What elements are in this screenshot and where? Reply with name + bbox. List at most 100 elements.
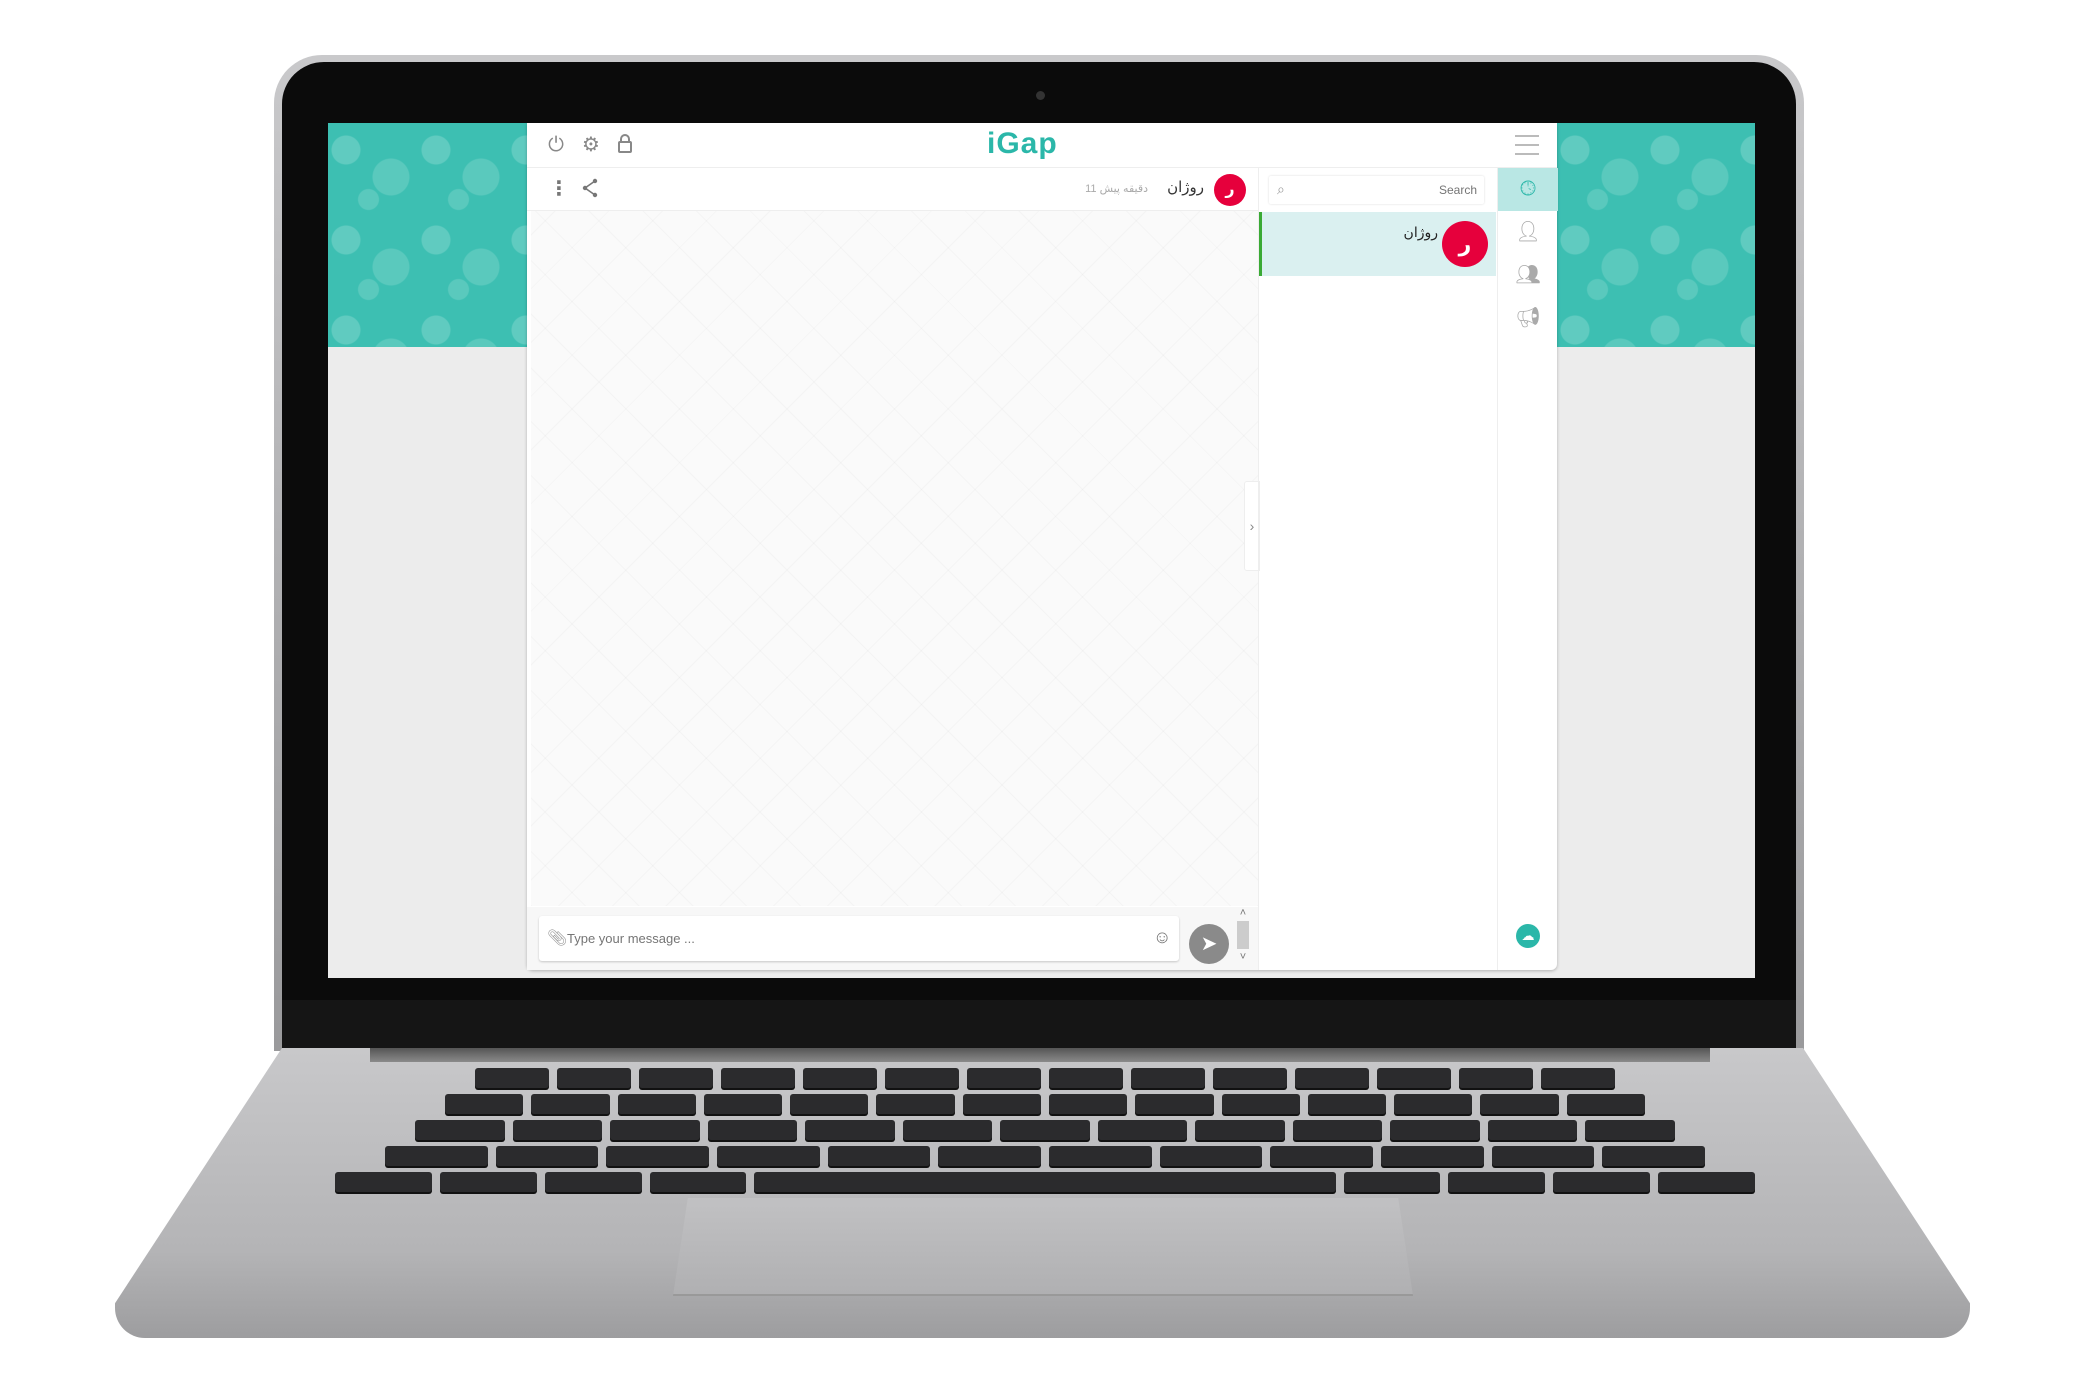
search-input[interactable] xyxy=(1297,180,1477,200)
key xyxy=(1491,1146,1595,1166)
key xyxy=(1480,1094,1559,1114)
key-row xyxy=(415,1120,1675,1140)
key xyxy=(703,1094,783,1114)
key-row xyxy=(384,1146,1706,1166)
power-icon[interactable]: ⏻ xyxy=(544,133,568,157)
key xyxy=(1159,1146,1263,1166)
person-icon: 👤︎ xyxy=(1515,221,1541,243)
key xyxy=(495,1146,599,1166)
key xyxy=(1566,1094,1645,1114)
side-nav: 🕓︎ 👤︎ 👥︎ 📢︎ ☁ xyxy=(1497,168,1558,970)
key xyxy=(876,1094,955,1114)
key xyxy=(1097,1120,1188,1140)
laptop-chin xyxy=(282,1000,1796,1048)
gear-icon[interactable]: ⚙ xyxy=(579,133,603,157)
key xyxy=(1448,1172,1546,1192)
chat-header: ⋮ 11 دقیقه پیش روژان ر xyxy=(527,168,1258,211)
key xyxy=(803,1068,877,1088)
app-header: ⏻ ⚙ iGap xyxy=(527,123,1557,168)
key xyxy=(512,1120,603,1140)
key xyxy=(1343,1172,1441,1192)
paperclip-icon[interactable]: 📎︎ xyxy=(547,928,567,948)
key xyxy=(827,1146,931,1166)
key xyxy=(606,1146,709,1166)
send-button[interactable]: ➤ xyxy=(1189,924,1229,964)
search-icon: ⌕ xyxy=(1277,181,1285,197)
key xyxy=(1394,1094,1473,1114)
key xyxy=(1381,1146,1484,1166)
key xyxy=(790,1094,869,1114)
screen: ⏻ ⚙ iGap ⋮ 11 دقیقه پیش روژان ر 📎︎ Type … xyxy=(328,123,1755,978)
key xyxy=(384,1146,488,1166)
key xyxy=(962,1094,1041,1114)
key xyxy=(1000,1120,1090,1140)
key xyxy=(1541,1068,1615,1088)
hamburger-icon[interactable] xyxy=(1515,135,1539,155)
key xyxy=(439,1172,537,1192)
key xyxy=(716,1146,820,1166)
key xyxy=(335,1172,432,1192)
key xyxy=(1049,1068,1123,1088)
channels-tab[interactable]: 📢︎ xyxy=(1498,297,1558,340)
message-input[interactable] xyxy=(567,926,1127,950)
webcam xyxy=(1036,91,1045,100)
key xyxy=(805,1120,895,1140)
key xyxy=(1131,1068,1205,1088)
composer: 📎︎ ☺ ➤ ˄ ˅ xyxy=(527,907,1258,970)
key xyxy=(1459,1068,1533,1088)
key xyxy=(475,1068,549,1088)
laptop-hinge xyxy=(370,1048,1710,1062)
contact-avatar: ر xyxy=(1442,221,1488,267)
last-seen: 11 دقیقه پیش xyxy=(1085,183,1148,195)
key xyxy=(1307,1094,1387,1114)
key xyxy=(1390,1120,1480,1140)
key xyxy=(1585,1120,1675,1140)
key xyxy=(639,1068,713,1088)
igap-logo: iGap xyxy=(987,127,1058,160)
key xyxy=(649,1172,747,1192)
contact-item[interactable]: روژان ر xyxy=(1259,212,1496,276)
key xyxy=(885,1068,959,1088)
igap-app: ⏻ ⚙ iGap ⋮ 11 دقیقه پیش روژان ر 📎︎ Type … xyxy=(527,123,1558,970)
key xyxy=(938,1146,1041,1166)
key xyxy=(415,1120,505,1140)
key xyxy=(557,1068,631,1088)
more-vertical-icon[interactable]: ⋮ xyxy=(549,176,569,201)
key xyxy=(1377,1068,1451,1088)
megaphone-icon: 📢︎ xyxy=(1515,307,1541,329)
key xyxy=(754,1172,1336,1192)
key xyxy=(1270,1146,1374,1166)
scrollbar[interactable]: ˄ ˅ xyxy=(1235,907,1251,970)
key xyxy=(1553,1172,1651,1192)
contacts-tab[interactable]: 👤︎ xyxy=(1498,211,1558,254)
emoji-icon[interactable]: ☺ xyxy=(1153,927,1171,948)
share-icon[interactable] xyxy=(581,178,599,203)
key xyxy=(1213,1068,1287,1088)
scroll-thumb[interactable] xyxy=(1237,921,1249,949)
key-row xyxy=(475,1068,1615,1088)
chat-contact-name: روژان xyxy=(1167,179,1204,196)
groups-tab[interactable]: 👥︎ xyxy=(1498,254,1558,297)
key xyxy=(445,1094,524,1114)
key xyxy=(1292,1120,1383,1140)
search-box[interactable]: ⌕ xyxy=(1269,176,1484,204)
key xyxy=(967,1068,1041,1088)
contact-list: ⌕ روژان ر xyxy=(1258,168,1497,970)
key xyxy=(721,1068,795,1088)
right-banner xyxy=(1557,123,1755,347)
scroll-up-icon[interactable]: ˄ xyxy=(1235,907,1251,919)
chat-avatar[interactable]: ر xyxy=(1214,174,1246,206)
scroll-down-icon[interactable]: ˅ xyxy=(1235,951,1251,963)
key xyxy=(531,1094,610,1114)
recent-chats-tab[interactable]: 🕓︎ xyxy=(1498,168,1558,211)
key xyxy=(1135,1094,1214,1114)
message-input-box[interactable]: 📎︎ ☺ xyxy=(539,916,1179,961)
lock-icon[interactable] xyxy=(613,133,637,157)
key xyxy=(1221,1094,1300,1114)
key xyxy=(610,1120,700,1140)
send-icon: ➤ xyxy=(1200,933,1218,955)
key xyxy=(1602,1146,1706,1166)
contact-name: روژان xyxy=(1403,224,1438,240)
key xyxy=(902,1120,993,1140)
cloud-icon[interactable]: ☁ xyxy=(1516,924,1540,948)
